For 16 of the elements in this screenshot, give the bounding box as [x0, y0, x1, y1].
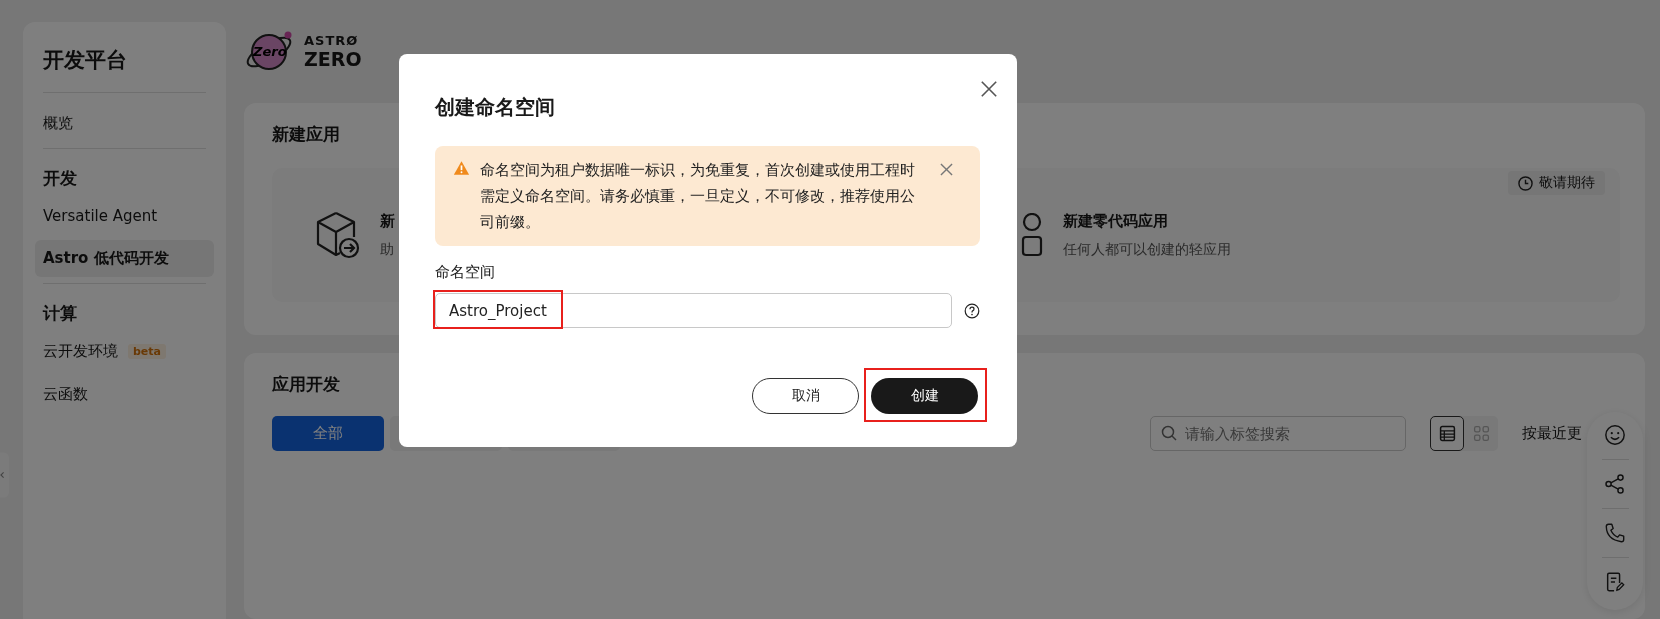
section-title: 应用开发 — [272, 373, 340, 396]
logo-wordmark: ASTRØ — [304, 34, 360, 47]
section-title: 新建应用 — [272, 123, 340, 146]
field-label: 命名空间 — [435, 263, 496, 282]
warning-message: 命名空间为租户数据唯一标识，为免重复，首次创建或使用工程时需定义命名空间。请务必慎重，一旦定义，不可修改，推荐使用公司前缀。 — [480, 160, 916, 233]
sidebar-heading: 计算 — [41, 302, 78, 325]
coming-soon-label: 敬请期待 — [1539, 174, 1595, 192]
dialog-title: 创建命名空间 — [435, 94, 555, 121]
beta-badge: beta — [128, 344, 166, 359]
sidebar-heading: 开发 — [42, 167, 78, 190]
app-type-description: 助 — [380, 240, 395, 259]
logo-wordmark: ZERO — [304, 50, 362, 69]
app-type-title: 新建零代码应用 — [1063, 211, 1169, 231]
app-type-title: 新 — [380, 211, 395, 231]
app-type-description: 任何人都可以创建的轻应用 — [1063, 240, 1231, 259]
sidebar-title: 开发平台 — [42, 47, 128, 74]
